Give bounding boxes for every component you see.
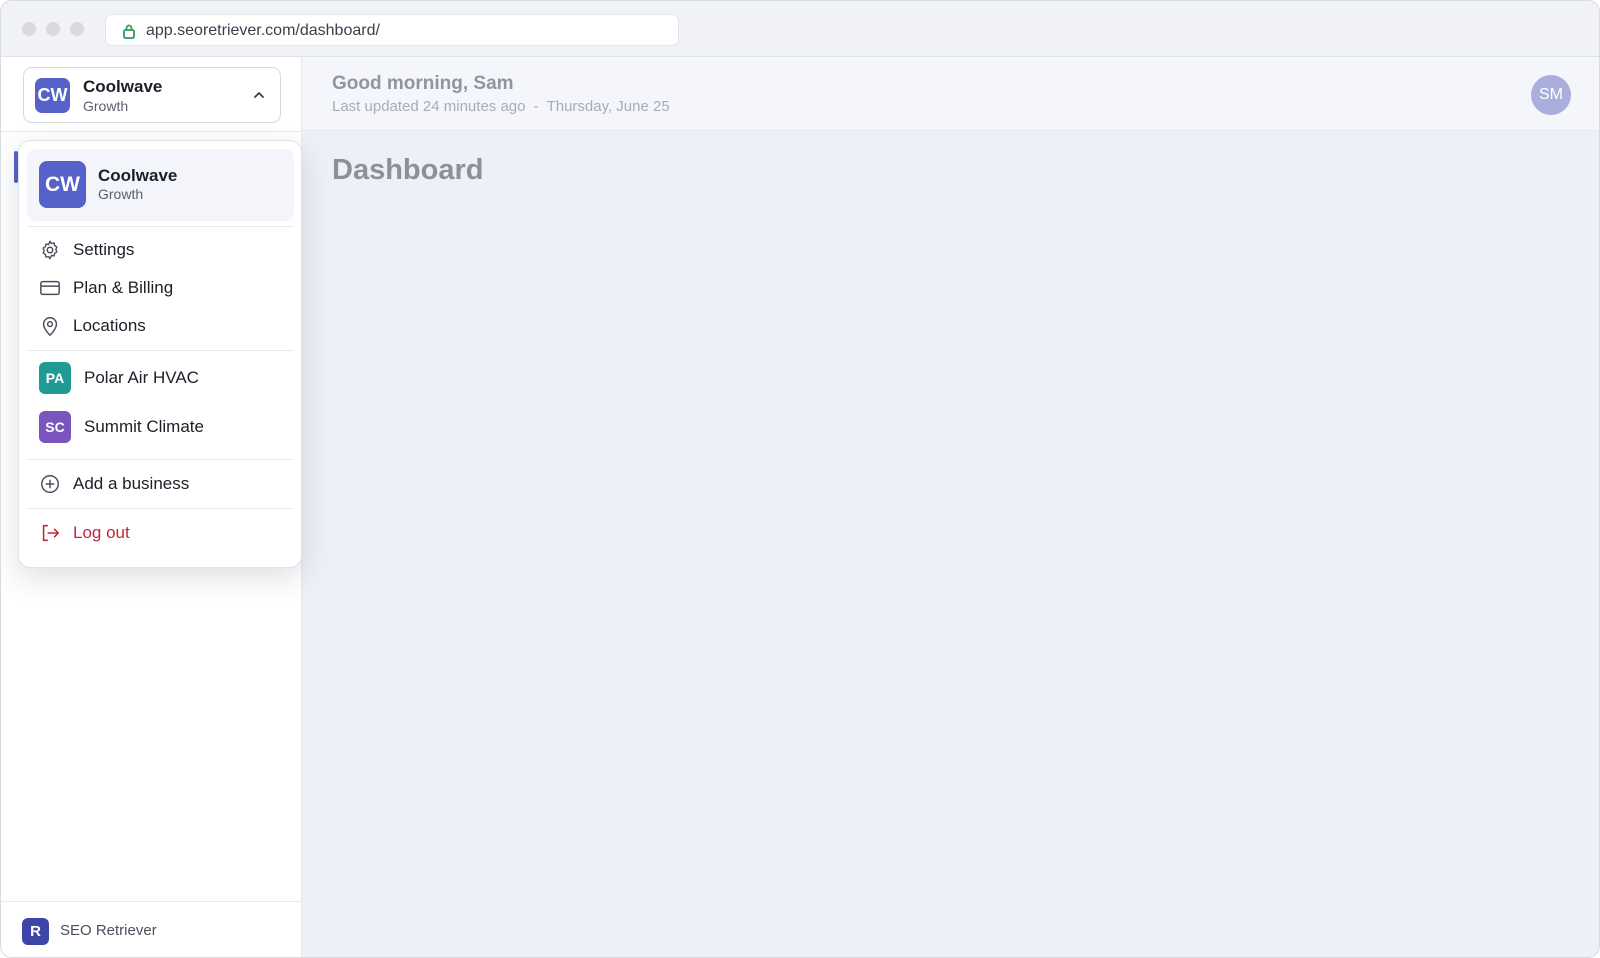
browser-window: app.seoretriever.com/dashboard/ CW Coolw…	[0, 0, 1600, 958]
logout-icon	[42, 524, 60, 542]
greeting: Good morning, Sam	[332, 73, 514, 94]
window-zoom-button[interactable]	[70, 22, 84, 36]
business-dropdown-menu: CW Coolwave Growth Settings Plan & Billi…	[18, 140, 302, 568]
map-pin-icon	[42, 317, 58, 336]
chevron-up-icon	[254, 92, 264, 98]
menu-item-label: Settings	[73, 240, 135, 259]
menu-item-locations[interactable]: Locations	[27, 308, 294, 344]
business-item-label: Summit Climate	[84, 417, 204, 436]
menu-divider	[27, 508, 294, 509]
menu-item-label: Plan & Billing	[73, 278, 174, 297]
business-plan: Growth	[83, 98, 129, 114]
page-title: Dashboard	[332, 154, 484, 186]
top-header: Good morning, Sam Last updated 24 minute…	[302, 57, 1599, 131]
business-item-polar-air[interactable]: PA Polar Air HVAC	[27, 360, 294, 396]
credit-card-icon	[40, 280, 60, 296]
menu-item-label: Locations	[73, 316, 146, 335]
current-date: Thursday, June 25	[546, 98, 670, 115]
menu-divider	[27, 459, 294, 460]
gear-icon	[42, 240, 58, 260]
window-close-button[interactable]	[22, 22, 36, 36]
last-updated-text: Last updated 24 minutes ago	[332, 98, 526, 115]
user-avatar[interactable]: SM	[1531, 75, 1571, 115]
window-minimize-button[interactable]	[46, 22, 60, 36]
business-item-label: Polar Air HVAC	[84, 368, 199, 387]
brand-logo: R	[22, 918, 49, 945]
url-text: app.seoretriever.com/dashboard/	[146, 22, 380, 39]
business-name: Coolwave	[83, 77, 163, 96]
business-avatar: CW	[35, 78, 70, 113]
last-updated: Last updated 24 minutes ago - Thursday, …	[332, 98, 670, 115]
brand-name: SEO Retriever	[60, 922, 157, 939]
lock-icon	[123, 24, 135, 39]
business-avatar: SC	[39, 411, 71, 443]
add-business-label: Add a business	[73, 474, 190, 493]
address-bar[interactable]: app.seoretriever.com/dashboard/	[105, 14, 679, 46]
current-business-plan: Growth	[98, 186, 144, 202]
plus-circle-icon	[41, 475, 59, 493]
add-business-button[interactable]: Add a business	[27, 466, 294, 502]
separator: -	[533, 98, 539, 115]
menu-divider	[27, 226, 294, 227]
logout-label: Log out	[73, 523, 130, 542]
browser-toolbar: app.seoretriever.com/dashboard/	[1, 1, 1599, 57]
business-avatar: PA	[39, 362, 71, 394]
menu-divider	[27, 350, 294, 351]
menu-item-plan-billing[interactable]: Plan & Billing	[27, 270, 294, 306]
business-item-summit-climate[interactable]: SC Summit Climate	[27, 409, 294, 445]
menu-item-settings[interactable]: Settings	[27, 232, 294, 268]
sidebar-footer: R SEO Retriever	[1, 901, 302, 957]
sidebar-divider	[1, 131, 302, 132]
business-switcher[interactable]: CW Coolwave Growth	[23, 67, 281, 123]
logout-button[interactable]: Log out	[27, 515, 294, 551]
main-content: Good morning, Sam Last updated 24 minute…	[302, 57, 1599, 957]
current-business-avatar: CW	[39, 161, 86, 208]
current-business-name: Coolwave	[98, 166, 178, 185]
current-business-card[interactable]: CW Coolwave Growth	[27, 149, 294, 221]
